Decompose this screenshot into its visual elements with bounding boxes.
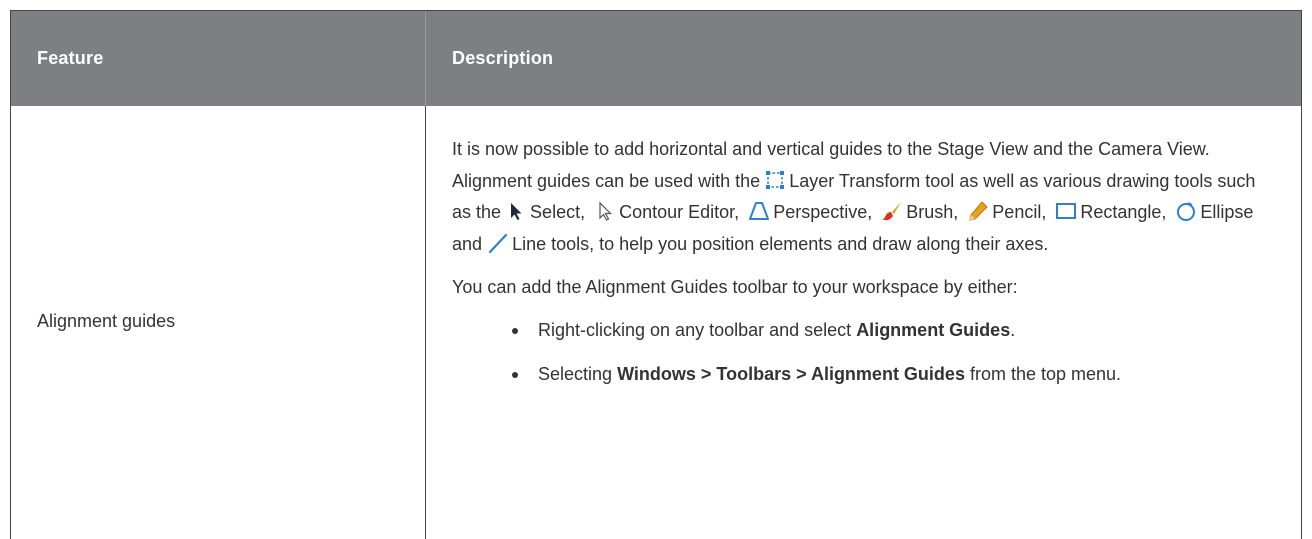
feature-table: Feature Description Alignment guides It … xyxy=(10,10,1302,539)
feature-cell: Alignment guides xyxy=(11,106,426,539)
bullet-list: Right-clicking on any toolbar and select… xyxy=(452,315,1275,391)
bullet-1-bold: Alignment Guides xyxy=(856,319,1011,340)
brush-label: Brush, xyxy=(906,202,959,222)
perspective-label: Perspective, xyxy=(773,202,873,222)
pencil-icon xyxy=(967,200,989,222)
bullet-2-bold: Windows > Toolbars > Alignment Guides xyxy=(617,364,965,384)
header-feature: Feature xyxy=(11,11,426,106)
list-item: Right-clicking on any toolbar and select… xyxy=(512,315,1275,347)
table-row: Alignment guides It is now possible to a… xyxy=(11,106,1301,539)
perspective-icon xyxy=(748,200,770,222)
brush-icon xyxy=(881,200,903,222)
and-word: and xyxy=(452,233,483,254)
select-arrow-icon xyxy=(505,200,527,222)
contour-editor-icon xyxy=(594,200,616,222)
bullet-dot xyxy=(512,372,518,378)
header-description: Description xyxy=(452,48,554,68)
table-header-row: Feature Description xyxy=(11,11,1301,106)
line-icon xyxy=(487,232,509,254)
description-paragraph-2: You can add the Alignment Guides toolbar… xyxy=(452,277,1018,297)
rectangle-icon xyxy=(1055,200,1077,222)
bullet-2-post: from the top menu. xyxy=(969,364,1122,384)
layer-transform-label: Layer Transform xyxy=(789,170,921,191)
description-paragraph-1: It is now possible to add horizontal and… xyxy=(452,134,1275,260)
ellipse-icon xyxy=(1175,200,1197,222)
contour-editor-label: Contour Editor, xyxy=(619,202,740,222)
bullet-1-post: . xyxy=(1010,319,1016,340)
line-label: Line tools, to help you position element… xyxy=(512,233,1049,254)
rectangle-label: Rectangle, xyxy=(1080,202,1167,222)
select-label: Select, xyxy=(530,202,586,222)
pencil-label: Pencil, xyxy=(992,202,1047,222)
bullet-2-pre: Selecting xyxy=(538,364,613,384)
bullet-1-pre: Right-clicking on any toolbar and select xyxy=(538,319,852,340)
list-item: Selecting Windows > Toolbars > Alignment… xyxy=(512,359,1275,391)
bullet-dot xyxy=(512,327,518,334)
ellipse-label: Ellipse xyxy=(1200,202,1254,222)
description-cell: It is now possible to add horizontal and… xyxy=(426,106,1301,539)
feature-name: Alignment guides xyxy=(37,310,176,331)
layer-transform-icon xyxy=(764,169,786,191)
